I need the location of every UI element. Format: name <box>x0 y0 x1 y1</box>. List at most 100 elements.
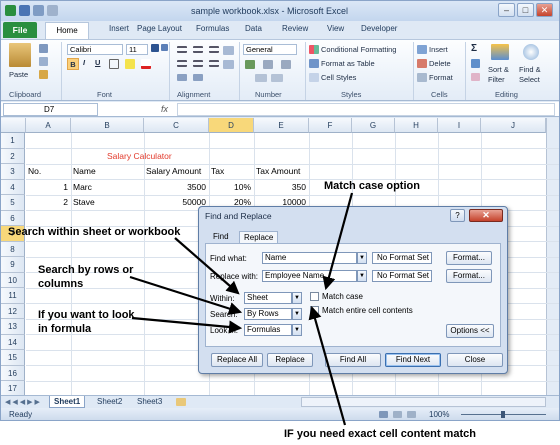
conditional-formatting-icon[interactable] <box>309 45 319 54</box>
row-header[interactable]: 13 <box>1 319 25 335</box>
decrease-indent-icon[interactable] <box>177 74 187 81</box>
header-cell-tax-amount[interactable]: Tax Amount <box>256 164 300 179</box>
redo-icon[interactable] <box>47 5 58 16</box>
maximize-button[interactable]: □ <box>517 3 534 17</box>
search-select[interactable]: By Rows <box>244 308 292 320</box>
replace-button[interactable]: Replace <box>267 353 313 367</box>
replace-with-dropdown[interactable]: ▼ <box>357 270 367 282</box>
align-right-icon[interactable] <box>209 60 219 67</box>
col-header-d[interactable]: D <box>209 118 254 133</box>
row-header[interactable]: 5 <box>1 195 25 211</box>
match-entire-label[interactable]: Match entire cell contents <box>322 306 413 315</box>
font-size-combo[interactable]: 11 <box>126 44 148 55</box>
data-cell[interactable]: 3500 <box>144 180 206 195</box>
zoom-slider-thumb[interactable] <box>501 411 505 418</box>
data-cell[interactable]: 2 <box>26 195 68 210</box>
undo-icon[interactable] <box>33 5 44 16</box>
replace-all-button[interactable]: Replace All <box>211 353 263 367</box>
sheet-tab-1[interactable]: Sheet1 <box>49 396 86 408</box>
row-header[interactable]: 12 <box>1 303 25 319</box>
format-cells-icon[interactable] <box>417 73 427 82</box>
merge-center-icon[interactable] <box>223 60 234 69</box>
cell-styles-icon[interactable] <box>309 73 319 82</box>
tab-page-layout[interactable]: Page Layout <box>137 24 182 33</box>
col-header-e[interactable]: E <box>254 118 309 133</box>
data-cell[interactable]: 10% <box>209 180 251 195</box>
dialog-close-button[interactable]: ✕ <box>469 209 503 222</box>
col-header-i[interactable]: I <box>438 118 481 133</box>
find-all-button[interactable]: Find All <box>325 353 381 367</box>
zoom-level[interactable]: 100% <box>429 408 449 420</box>
row-header[interactable]: 8 <box>1 241 25 257</box>
currency-icon[interactable] <box>245 60 255 69</box>
look-in-select[interactable]: Formulas <box>244 324 292 336</box>
font-color-icon[interactable] <box>141 59 151 69</box>
match-case-checkbox[interactable] <box>310 292 319 301</box>
col-header-b[interactable]: B <box>71 118 144 133</box>
tab-data[interactable]: Data <box>245 24 262 33</box>
row-header[interactable]: 10 <box>1 272 25 288</box>
row-header[interactable]: 1 <box>1 133 25 149</box>
col-header-g[interactable]: G <box>352 118 395 133</box>
underline-button[interactable]: U <box>95 58 100 67</box>
clear-icon[interactable] <box>471 73 480 81</box>
autosum-icon[interactable]: Σ <box>471 43 477 54</box>
tab-formulas[interactable]: Formulas <box>196 24 229 33</box>
find-select-icon[interactable] <box>523 44 539 60</box>
find-format-button[interactable]: Format... <box>446 251 492 265</box>
find-what-dropdown[interactable]: ▼ <box>357 252 367 264</box>
decrease-decimal-icon[interactable] <box>271 74 283 82</box>
format-as-table-icon[interactable] <box>309 59 319 68</box>
row-header[interactable]: 14 <box>1 334 25 350</box>
row-header[interactable]: 15 <box>1 350 25 366</box>
options-button[interactable]: Options << <box>446 324 494 338</box>
within-select[interactable]: Sheet <box>244 292 292 304</box>
header-cell-tax[interactable]: Tax <box>211 164 224 179</box>
help-button[interactable]: ? <box>450 209 465 222</box>
horizontal-scrollbar[interactable] <box>301 397 546 407</box>
match-entire-checkbox[interactable] <box>310 306 319 315</box>
insert-sheet-icon[interactable] <box>176 398 186 406</box>
select-all[interactable] <box>1 118 26 133</box>
tab-developer[interactable]: Developer <box>361 24 397 33</box>
delete-cells-icon[interactable] <box>417 59 427 68</box>
find-next-button[interactable]: Find Next <box>385 353 441 367</box>
row-header[interactable]: 11 <box>1 288 25 304</box>
close-window-button[interactable]: ✕ <box>536 3 553 17</box>
align-left-icon[interactable] <box>177 60 187 67</box>
col-header-h[interactable]: H <box>395 118 438 133</box>
tab-file[interactable]: File <box>3 22 37 38</box>
insert-cells-button[interactable]: Insert <box>429 45 448 54</box>
top-align-icon[interactable] <box>177 46 187 53</box>
sheet-tab-3[interactable]: Sheet3 <box>133 396 166 408</box>
page-break-view-icon[interactable] <box>407 411 416 418</box>
sort-filter-icon[interactable] <box>491 44 509 60</box>
find-select-label-2[interactable]: Select <box>519 75 540 84</box>
sheet-title-cell[interactable]: Salary Calculator <box>107 149 172 164</box>
grow-font-icon[interactable] <box>151 44 159 52</box>
conditional-formatting-button[interactable]: Conditional Formatting <box>321 45 396 54</box>
find-what-input[interactable]: Name <box>262 252 357 264</box>
paste-icon[interactable] <box>9 43 31 67</box>
save-icon[interactable] <box>19 5 30 16</box>
data-cell[interactable]: 350 <box>254 180 306 195</box>
match-case-label[interactable]: Match case <box>322 292 363 301</box>
borders-icon[interactable] <box>109 59 119 69</box>
italic-button[interactable]: I <box>83 58 85 67</box>
bold-button[interactable]: B <box>67 58 79 70</box>
cut-icon[interactable] <box>39 44 48 53</box>
cell-styles-button[interactable]: Cell Styles <box>321 73 356 82</box>
normal-view-icon[interactable] <box>379 411 388 418</box>
col-header-j[interactable]: J <box>481 118 546 133</box>
delete-cells-button[interactable]: Delete <box>429 59 451 68</box>
row-header[interactable]: 6 <box>1 210 25 226</box>
format-as-table-button[interactable]: Format as Table <box>321 59 375 68</box>
middle-align-icon[interactable] <box>193 46 203 53</box>
sort-filter-label-1[interactable]: Sort & <box>488 65 509 74</box>
row-header[interactable]: 3 <box>1 164 25 180</box>
wrap-text-icon[interactable] <box>223 46 234 55</box>
fill-color-icon[interactable] <box>125 59 135 69</box>
format-painter-icon[interactable] <box>39 70 48 79</box>
col-header-a[interactable]: A <box>26 118 71 133</box>
tab-view[interactable]: View <box>327 24 344 33</box>
